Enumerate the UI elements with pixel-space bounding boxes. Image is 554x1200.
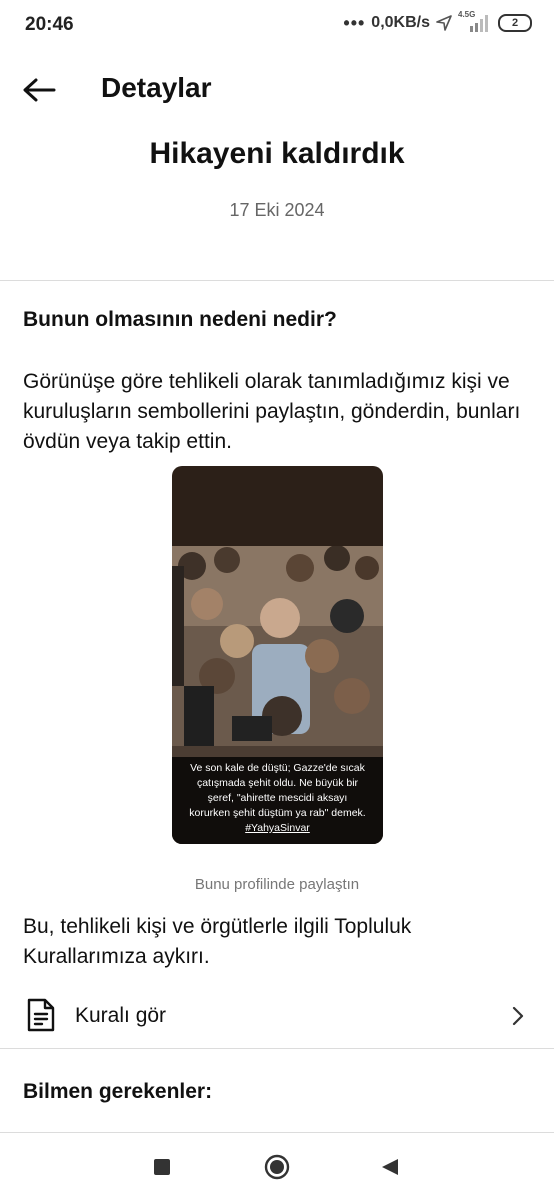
arrow-left-icon: [23, 78, 56, 102]
battery-icon: 2: [498, 14, 532, 32]
signal-icon: 4.5G: [458, 10, 492, 34]
caption-line: Ve son kale de düştü; Gazze'de sıcak: [190, 762, 365, 774]
document-icon: [27, 998, 55, 1032]
dots-icon: •••: [343, 12, 366, 33]
policy-text: Bu, tehlikeli kişi ve örgütlerle ilgili …: [23, 915, 412, 968]
system-nav-bar: [0, 1134, 554, 1200]
view-rule-label: Kuralı gör: [75, 1004, 167, 1027]
status-time: 20:46: [25, 14, 74, 35]
info-title: Bilmen gerekenler:: [23, 1080, 213, 1103]
back-triangle-icon[interactable]: [380, 1157, 400, 1177]
status-indicators: ••• 0,0KB/s 4.5G 2: [343, 10, 532, 34]
chevron-right-icon: [512, 1006, 524, 1026]
reason-description: Görünüşe göre tehlikeli olarak tanımladı…: [23, 370, 521, 453]
caption-line: şeref, "ahirette mescidi aksayı: [207, 792, 348, 804]
home-circle-icon[interactable]: [264, 1154, 290, 1180]
caption-line: çatışmada şehit oldu. Ne büyük bir: [196, 777, 359, 789]
divider: [0, 280, 554, 281]
story-preview[interactable]: Ve son kale de düştü; Gazze'de sıcak çat…: [172, 466, 383, 844]
story-hashtag[interactable]: #YahyaSinvar: [172, 821, 383, 836]
view-rule-button[interactable]: Kuralı gör: [0, 992, 554, 1042]
removal-date: 17 Eki 2024: [229, 200, 325, 220]
network-speed: 0,0KB/s: [371, 14, 430, 31]
back-button[interactable]: [20, 72, 60, 108]
divider: [0, 1048, 554, 1049]
divider: [0, 1132, 554, 1133]
caption-line: korurken şehit düştüm ya rab" demek.: [189, 807, 366, 819]
location-arrow-icon: [436, 15, 452, 31]
story-caption: Ve son kale de düştü; Gazze'de sıcak çat…: [172, 757, 383, 844]
shared-note: Bunu profilinde paylaştın: [194, 876, 360, 893]
page-title: Detaylar: [101, 72, 212, 103]
top-app-bar: Detaylar: [0, 64, 554, 116]
status-bar: 20:46 ••• 0,0KB/s 4.5G 2: [0, 0, 554, 52]
reason-title: Bunun olmasının nedeni nedir?: [23, 308, 337, 331]
removal-headline: Hikayeni kaldırdık: [149, 137, 405, 170]
recents-square-icon[interactable]: [154, 1159, 170, 1175]
